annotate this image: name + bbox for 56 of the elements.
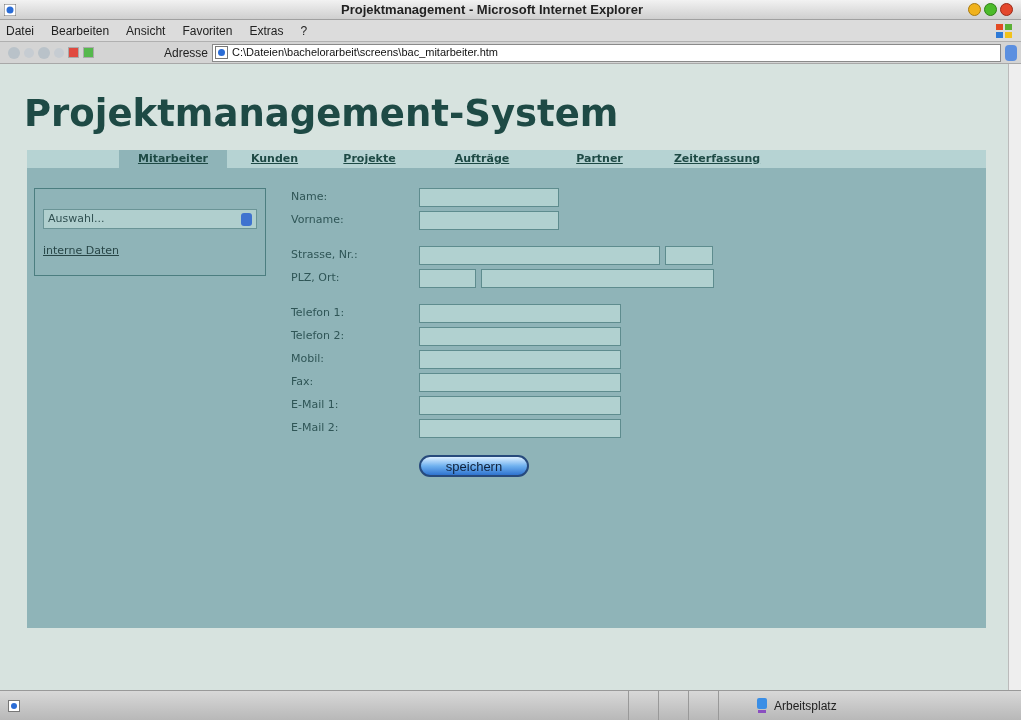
save-button[interactable]: speichern [419, 455, 529, 477]
page-heading: Projektmanagement-System [24, 91, 620, 137]
page-icon [8, 699, 20, 712]
field-label: E-Mail 1: [291, 397, 340, 414]
input-field[interactable] [481, 269, 714, 288]
maximize-button[interactable] [984, 3, 997, 16]
menu-item[interactable]: Favoriten [182, 21, 233, 40]
dropdown-arrows-icon [241, 212, 252, 226]
forward-button[interactable] [38, 46, 50, 59]
address-field[interactable]: C:\Dateien\bachelorarbeit\screens\bac_mitarbeiter.htm [212, 43, 1001, 62]
menu-item[interactable]: Bearbeiten [51, 21, 110, 40]
input-field[interactable] [419, 304, 621, 323]
address-dropdown-button[interactable] [1005, 44, 1017, 61]
input-field[interactable] [419, 373, 621, 392]
menu-item[interactable]: Datei [6, 21, 34, 40]
field-label: PLZ, Ort: [291, 270, 341, 287]
input-field[interactable] [419, 269, 476, 288]
field-label: Telefon 1: [291, 305, 346, 322]
field-label: Fax: [291, 374, 315, 391]
menu-item[interactable]: Ansicht [126, 21, 166, 40]
nav-tab[interactable]: Partner [547, 150, 652, 168]
select-field[interactable]: Auswahl... [43, 209, 257, 229]
input-field[interactable] [419, 419, 621, 438]
back-button[interactable] [8, 46, 20, 59]
computer-icon [756, 697, 768, 714]
field-label: Mobil: [291, 351, 326, 368]
input-field[interactable] [419, 246, 660, 265]
input-field[interactable] [419, 188, 559, 207]
field-label: E-Mail 2: [291, 420, 340, 437]
window-title: Projektmanagement - Microsoft Internet Explorer [340, 0, 644, 19]
field-label: Vorname: [291, 212, 345, 229]
minimize-button[interactable] [968, 3, 981, 16]
nav-tab[interactable]: Projekte [322, 150, 417, 168]
page-icon [215, 46, 229, 59]
scrollbar[interactable] [1008, 64, 1021, 692]
field-label: Strasse, Nr.: [291, 247, 359, 264]
input-field[interactable] [419, 211, 559, 230]
nav-tab[interactable]: Mitarbeiter [119, 150, 227, 168]
windows-logo-icon [995, 22, 1013, 39]
menu-item[interactable]: Extras [249, 21, 284, 40]
field-label: Telefon 2: [291, 328, 346, 345]
nav-tab[interactable]: Zeiterfassung [652, 150, 782, 168]
input-field[interactable] [665, 246, 713, 265]
address-label: Adresse [163, 44, 209, 62]
nav-tab[interactable]: Aufträge [417, 150, 547, 168]
browser-icon [4, 3, 16, 16]
close-button[interactable] [1000, 3, 1013, 16]
nav-tab[interactable]: Kunden [227, 150, 322, 168]
stop-button[interactable] [68, 47, 79, 58]
internal-data-link[interactable]: interne Daten [43, 243, 257, 260]
input-field[interactable] [419, 350, 621, 369]
input-field[interactable] [419, 327, 621, 346]
zone-label: Arbeitsplatz [774, 697, 837, 715]
field-label: Name: [291, 189, 329, 206]
menu-item[interactable]: ? [300, 21, 308, 40]
input-field[interactable] [419, 396, 621, 415]
